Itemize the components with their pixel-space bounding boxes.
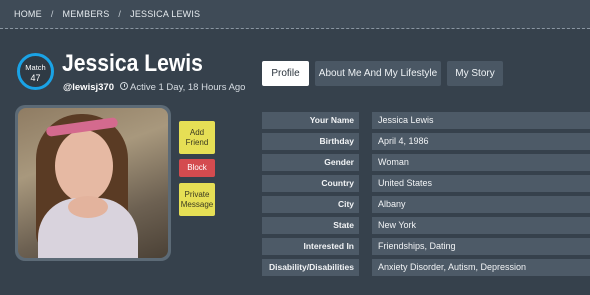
last-active: Active 1 Day, 18 Hours Ago bbox=[130, 82, 246, 93]
detail-label: Your Name bbox=[262, 112, 359, 129]
breadcrumb-home[interactable]: HOME bbox=[14, 9, 42, 19]
private-message-button[interactable]: Private Message bbox=[179, 183, 215, 216]
detail-value: Jessica Lewis bbox=[372, 112, 590, 129]
breadcrumb-separator: / bbox=[50, 9, 54, 19]
profile-subline: @lewisj370 Active 1 Day, 18 Hours Ago bbox=[63, 82, 245, 93]
detail-label: State bbox=[262, 217, 359, 234]
breadcrumb: HOME / MEMBERS / JESSICA LEWIS bbox=[14, 9, 200, 19]
tab-profile[interactable]: Profile bbox=[262, 61, 309, 86]
block-button[interactable]: Block bbox=[179, 159, 215, 177]
breadcrumb-members[interactable]: MEMBERS bbox=[63, 9, 110, 19]
match-label: Match bbox=[25, 63, 46, 72]
detail-value: Anxiety Disorder, Autism, Depression bbox=[372, 259, 590, 276]
detail-label: Disability/Disabilities bbox=[262, 259, 359, 276]
match-value: 47 bbox=[30, 73, 41, 83]
detail-value: United States bbox=[372, 175, 590, 192]
detail-label: Country bbox=[262, 175, 359, 192]
detail-label: Interested In bbox=[262, 238, 359, 255]
detail-value: Woman bbox=[372, 154, 590, 171]
tab-my-story[interactable]: My Story bbox=[447, 61, 503, 86]
add-friend-button[interactable]: Add Friend bbox=[179, 121, 215, 154]
detail-label: City bbox=[262, 196, 359, 213]
match-badge: Match 47 bbox=[17, 53, 54, 90]
detail-value: April 4, 1986 bbox=[372, 133, 590, 150]
detail-value: Friendships, Dating bbox=[372, 238, 590, 255]
tab-about-me[interactable]: About Me And My Lifestyle bbox=[315, 61, 441, 86]
detail-value: New York bbox=[372, 217, 590, 234]
clock-icon bbox=[120, 82, 128, 90]
detail-label: Birthday bbox=[262, 133, 359, 150]
breadcrumb-separator: / bbox=[118, 9, 122, 19]
username: @lewisj370 bbox=[63, 82, 114, 93]
detail-value: Albany bbox=[372, 196, 590, 213]
breadcrumb-current: JESSICA LEWIS bbox=[130, 9, 201, 19]
detail-label: Gender bbox=[262, 154, 359, 171]
profile-name: Jessica Lewis bbox=[62, 50, 203, 77]
profile-photo bbox=[15, 105, 171, 261]
breadcrumb-bar: HOME / MEMBERS / JESSICA LEWIS bbox=[0, 0, 590, 29]
